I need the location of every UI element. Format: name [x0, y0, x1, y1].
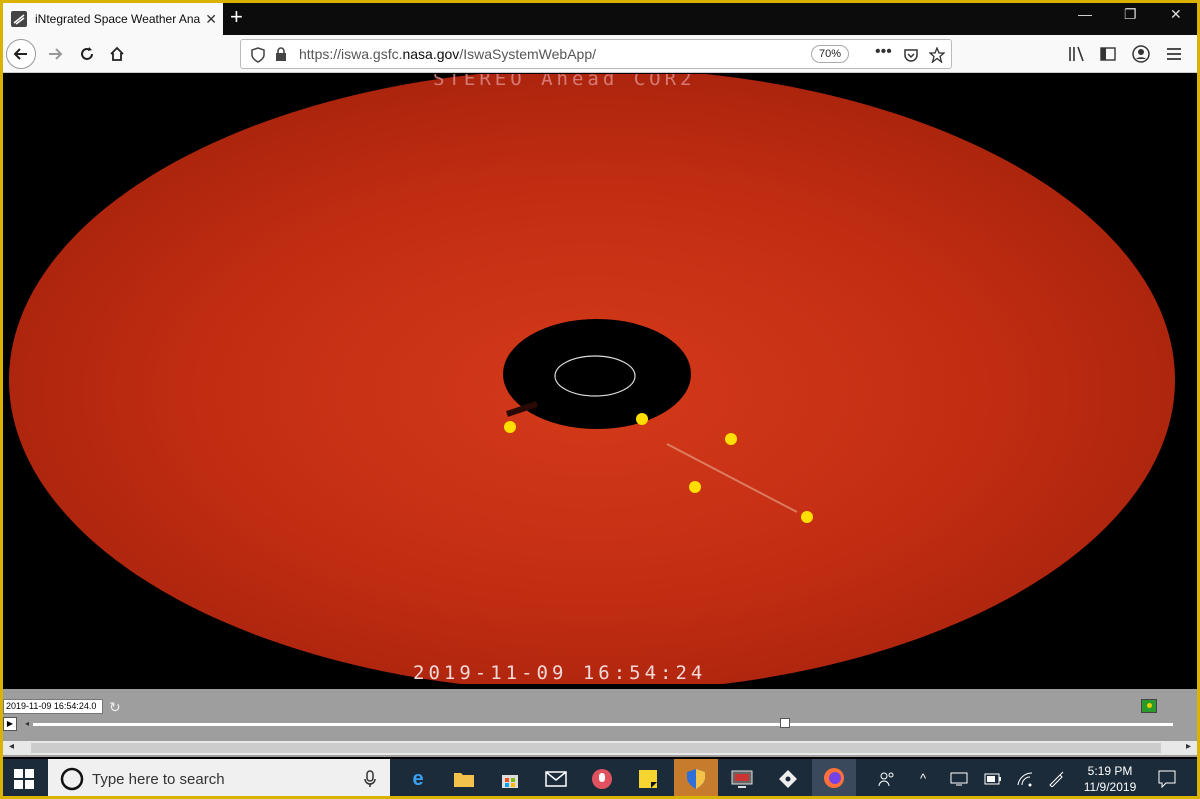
- window-frame: [0, 0, 1200, 799]
